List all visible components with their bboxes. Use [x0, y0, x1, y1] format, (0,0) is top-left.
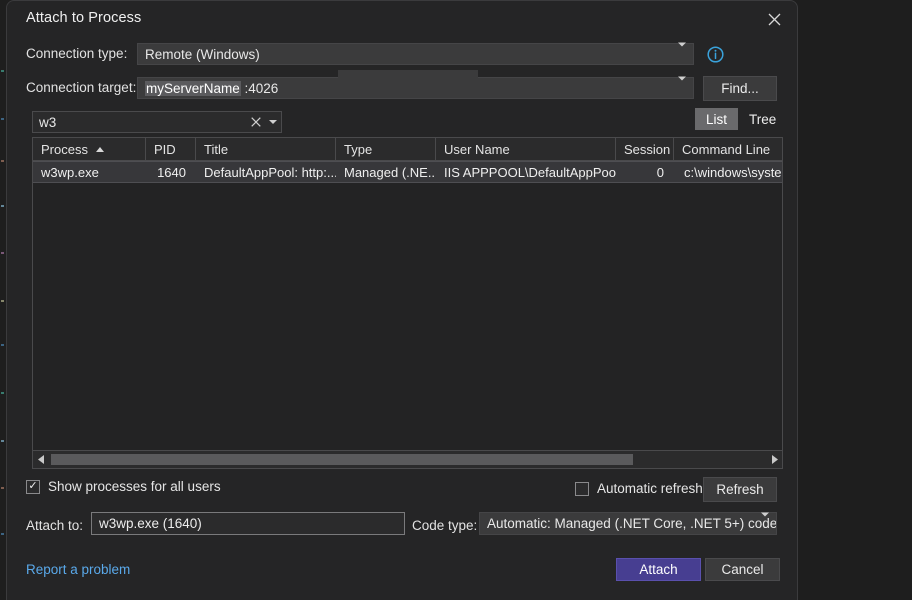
connection-type-value: Remote (Windows)	[138, 47, 260, 62]
table-row[interactable]: w3wp.exe1640DefaultAppPool: http:...Mana…	[33, 161, 782, 183]
connection-target-label: Connection target:	[26, 80, 136, 95]
background-text-pixel	[1, 440, 4, 442]
column-header-label: User Name	[444, 142, 510, 157]
background-text-pixel	[1, 118, 4, 120]
close-icon[interactable]	[759, 5, 789, 33]
connection-target-value: myServerName :4026	[138, 81, 278, 96]
checkbox-box	[575, 482, 589, 496]
column-header-process[interactable]: Process	[33, 138, 146, 160]
process-table-header: Process PID Title Type User Name Session Comma…	[33, 138, 782, 161]
column-header-title[interactable]: Title	[196, 138, 336, 160]
cell-session: 0	[616, 162, 674, 182]
cell-pid: 1640	[146, 162, 196, 182]
scrollbar-thumb[interactable]	[51, 454, 633, 465]
column-header-label: Type	[344, 142, 372, 157]
automatic-refresh-checkbox[interactable]: Automatic refresh	[575, 481, 703, 496]
search-box[interactable]: w3	[32, 111, 282, 133]
background-text-pixel	[1, 205, 4, 207]
automatic-refresh-label: Automatic refresh	[597, 481, 703, 496]
column-header-label: Command Line	[682, 142, 770, 157]
view-toggle-list[interactable]: List	[695, 108, 738, 130]
triangle-left-icon[interactable]	[33, 455, 49, 464]
connection-target-rest-text: :4026	[241, 81, 279, 96]
cell-user-name: IIS APPPOOL\DefaultAppPool	[436, 162, 616, 182]
connection-type-label: Connection type:	[26, 46, 127, 61]
cell-title: DefaultAppPool: http:...	[196, 162, 336, 182]
column-header-pid[interactable]: PID	[146, 138, 196, 160]
search-input[interactable]: w3	[33, 115, 247, 130]
horizontal-scrollbar[interactable]	[32, 450, 783, 469]
show-all-users-label: Show processes for all users	[48, 479, 221, 494]
process-list[interactable]: Process PID Title Type User Name Session Comma…	[32, 137, 783, 468]
column-header-session[interactable]: Session	[616, 138, 674, 160]
attach-to-input[interactable]: w3wp.exe (1640)	[91, 512, 405, 535]
background-text-pixel	[1, 300, 4, 302]
cancel-button[interactable]: Cancel	[705, 558, 780, 581]
refresh-button[interactable]: Refresh	[703, 477, 777, 502]
column-header-label: Title	[204, 142, 228, 157]
cell-type: Managed (.NE...	[336, 162, 436, 182]
background-text-pixel	[1, 160, 4, 162]
column-header-label: PID	[154, 142, 176, 157]
scrollbar-track[interactable]	[49, 451, 766, 468]
code-type-value: Automatic: Managed (.NET Core, .NET 5+) …	[480, 516, 776, 531]
background-text-pixel	[1, 344, 4, 346]
attach-to-label: Attach to:	[26, 518, 83, 533]
show-all-users-checkbox[interactable]: ✓ Show processes for all users	[26, 479, 221, 494]
connection-target-combo[interactable]: myServerName :4026	[137, 77, 694, 99]
chevron-down-icon	[761, 516, 769, 531]
sort-ascending-icon	[96, 147, 104, 152]
attach-to-process-dialog: Attach to Process Connection type: Remot…	[6, 0, 798, 600]
background-text-pixel	[1, 487, 4, 489]
cell-command-line: c:\windows\system	[674, 162, 782, 182]
column-header-command-line[interactable]: Command Line	[674, 138, 782, 160]
chevron-down-icon	[678, 47, 686, 62]
background-text-pixel	[1, 392, 4, 394]
background-text-pixel	[1, 533, 4, 535]
find-button[interactable]: Find...	[703, 76, 777, 101]
column-header-label: Process	[41, 142, 88, 157]
search-dropdown-chevron-down-icon[interactable]	[265, 120, 281, 124]
column-header-label: Session	[624, 142, 670, 157]
connection-target-selected-text: myServerName	[145, 81, 241, 96]
attach-button[interactable]: Attach	[616, 558, 701, 581]
info-icon[interactable]	[707, 46, 724, 63]
column-header-type[interactable]: Type	[336, 138, 436, 160]
triangle-right-icon[interactable]	[766, 455, 782, 464]
report-a-problem-link[interactable]: Report a problem	[26, 562, 130, 577]
screen: Attach to Process Connection type: Remot…	[0, 0, 912, 600]
connection-type-combo[interactable]: Remote (Windows)	[137, 43, 694, 65]
clear-x-icon[interactable]	[247, 116, 265, 129]
background-text-pixel	[1, 252, 4, 254]
column-header-user-name[interactable]: User Name	[436, 138, 616, 160]
cell-process: w3wp.exe	[33, 162, 146, 182]
dialog-title: Attach to Process	[26, 10, 141, 26]
view-toggle-group: List Tree	[695, 108, 787, 130]
checkmark-icon: ✓	[28, 481, 37, 492]
view-toggle-tree[interactable]: Tree	[738, 108, 787, 130]
chevron-down-icon	[678, 81, 686, 96]
connection-target-ghost-overlay	[338, 70, 478, 79]
dialog-titlebar: Attach to Process	[7, 1, 797, 37]
process-table-body: w3wp.exe1640DefaultAppPool: http:...Mana…	[33, 161, 782, 183]
code-type-label: Code type:	[412, 518, 477, 533]
checkbox-box: ✓	[26, 480, 40, 494]
code-type-combo[interactable]: Automatic: Managed (.NET Core, .NET 5+) …	[479, 512, 777, 535]
background-text-pixel	[1, 70, 4, 72]
